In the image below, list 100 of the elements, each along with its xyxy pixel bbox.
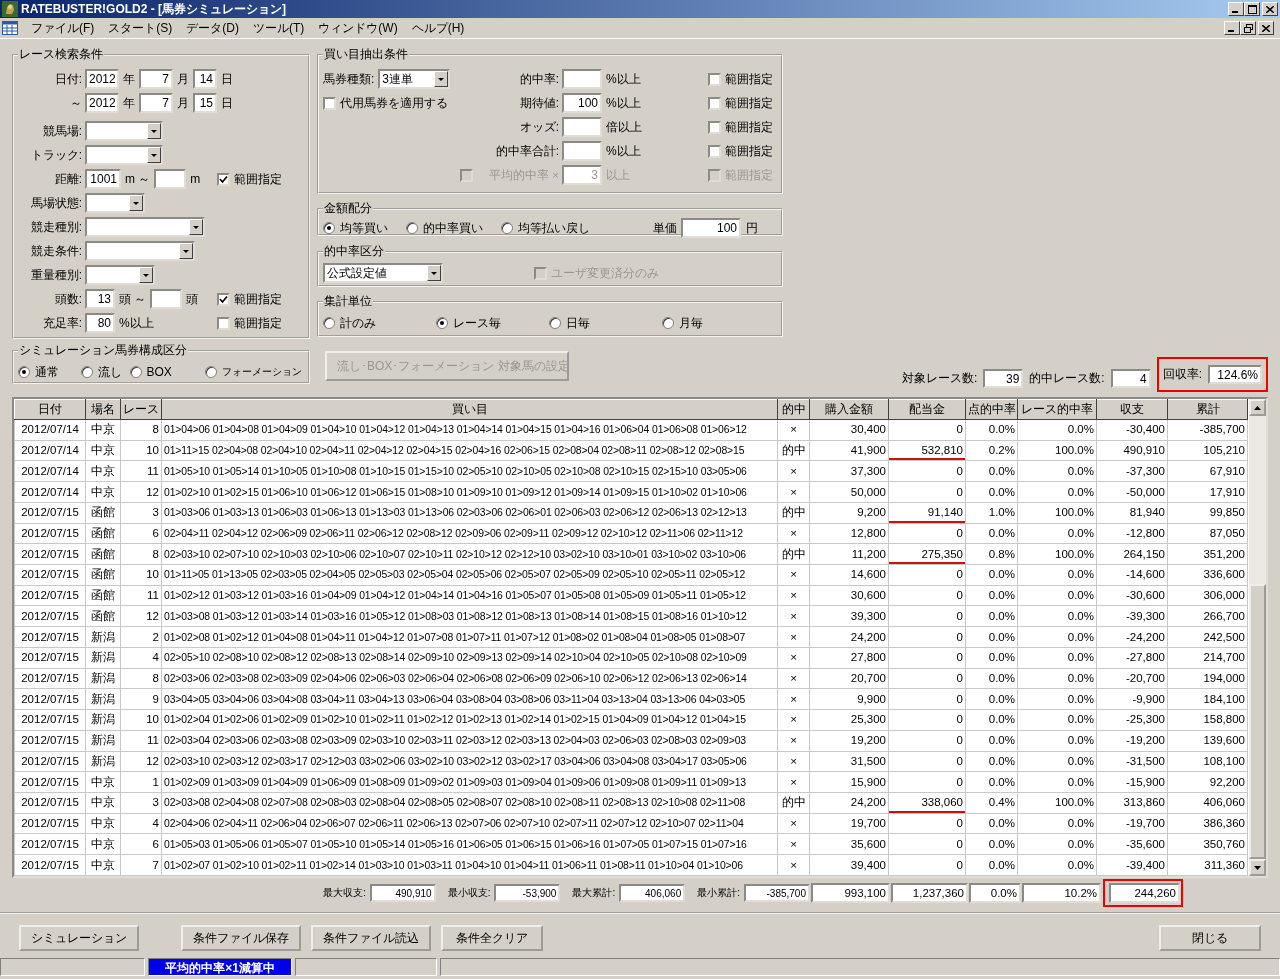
table-cell: 新潟 xyxy=(85,751,121,772)
dropdown-field[interactable] xyxy=(85,145,163,165)
input-field[interactable]: 1001 xyxy=(85,169,121,189)
input-field[interactable]: 80 xyxy=(85,313,115,333)
checkbox-label: 代用馬券を適用する xyxy=(340,94,448,112)
input-field[interactable] xyxy=(562,69,602,89)
input-field[interactable]: 7 xyxy=(139,69,173,89)
checkbox[interactable] xyxy=(217,172,230,186)
table-cell: 0.0% xyxy=(1017,585,1097,606)
column-header[interactable]: 場名 xyxy=(85,399,121,420)
table-cell: -30,600 xyxy=(1096,585,1168,606)
table-cell: 264,150 xyxy=(1096,543,1168,565)
close-button[interactable] xyxy=(1262,2,1278,16)
dropdown-field[interactable] xyxy=(85,217,205,237)
radio-button[interactable] xyxy=(549,317,561,329)
document-icon[interactable] xyxy=(2,21,18,35)
input-field[interactable] xyxy=(562,117,602,137)
menu-item[interactable]: データ(D) xyxy=(179,19,246,37)
radio-button[interactable] xyxy=(406,222,418,234)
table-cell: 100.0% xyxy=(1017,792,1097,814)
dropdown-field[interactable] xyxy=(85,193,145,213)
input-field[interactable]: 4 xyxy=(1110,369,1151,388)
column-header[interactable]: 購入金額 xyxy=(809,399,889,420)
menu-item[interactable]: ツール(T) xyxy=(246,19,312,37)
input-field[interactable]: 124.6% xyxy=(1208,365,1262,384)
scrollbar[interactable] xyxy=(1249,399,1266,876)
radio-button[interactable] xyxy=(436,317,448,329)
menu-item[interactable]: ヘルプ(H) xyxy=(404,19,472,37)
input-field[interactable]: 2012 xyxy=(85,93,119,113)
table-cell: 31,500 xyxy=(809,751,889,772)
dropdown-field[interactable] xyxy=(85,265,155,285)
input-field[interactable] xyxy=(562,141,602,161)
column-header[interactable]: 収支 xyxy=(1096,399,1168,420)
menu-item[interactable]: ウィンドウ(W) xyxy=(311,19,405,37)
radio-button[interactable] xyxy=(323,222,335,234)
dropdown-field[interactable] xyxy=(85,241,195,261)
close-dialog-button[interactable]: 閉じる xyxy=(1159,925,1261,951)
action-button[interactable]: 条件ファイル保存 xyxy=(181,925,301,951)
action-button[interactable]: 条件全クリア xyxy=(441,925,543,951)
stat-label: 最大収支: xyxy=(322,886,366,900)
table-cell: 02>03>10 02>07>10 02>10>03 02>10>06 02>10>07 02>10>11 02>10>12 02>12>10 03>02>10 03>10>01 03>10>02 03>10>06 xyxy=(161,543,778,565)
group-title: シミュレーション馬券構成区分 xyxy=(18,342,188,359)
checkbox[interactable] xyxy=(708,96,721,110)
column-header[interactable]: 日付 xyxy=(14,399,86,420)
input-field[interactable] xyxy=(150,289,183,309)
restore-button[interactable] xyxy=(1240,21,1256,35)
action-button[interactable]: 条件ファイル読込 xyxy=(311,925,431,951)
column-header[interactable]: 累計 xyxy=(1167,399,1248,420)
menu-item[interactable]: スタート(S) xyxy=(101,19,180,37)
checkbox[interactable] xyxy=(708,72,721,86)
table-cell: 0 xyxy=(888,626,966,648)
checkbox[interactable] xyxy=(708,120,721,134)
radio-button[interactable] xyxy=(129,366,142,378)
checkbox[interactable] xyxy=(708,144,721,158)
column-header[interactable]: 配当金 xyxy=(888,399,966,420)
dropdown-field[interactable] xyxy=(85,121,163,141)
table-cell: 0 xyxy=(888,481,966,503)
radio-button[interactable] xyxy=(662,317,674,329)
minimize-button[interactable] xyxy=(1224,21,1240,35)
close-icon xyxy=(1262,24,1270,32)
column-header[interactable]: レース xyxy=(120,399,162,420)
radio-button[interactable] xyxy=(18,366,30,378)
action-button[interactable]: シミュレーション xyxy=(19,925,139,951)
close-button[interactable] xyxy=(1258,21,1274,35)
input-field[interactable]: 2012 xyxy=(85,69,119,89)
radio-button[interactable] xyxy=(323,317,335,329)
table-cell: 6 xyxy=(120,523,162,544)
table-cell: 的中 xyxy=(777,502,810,524)
column-header[interactable]: 的中 xyxy=(777,399,810,420)
scroll-down-button[interactable] xyxy=(1249,859,1266,876)
table-cell: 0.0% xyxy=(965,730,1018,751)
column-header[interactable]: 買い目 xyxy=(161,399,778,420)
table-cell: 336,600 xyxy=(1167,564,1248,586)
input-field[interactable]: 15 xyxy=(193,93,217,113)
radio-button[interactable] xyxy=(501,222,513,234)
menu-item[interactable]: ファイル(F) xyxy=(24,19,102,37)
input-field[interactable]: 7 xyxy=(139,93,173,113)
input-field[interactable] xyxy=(154,169,187,189)
checkbox[interactable] xyxy=(323,96,336,110)
input-field[interactable]: 100 xyxy=(562,93,602,113)
dropdown-field[interactable]: 公式設定値 xyxy=(323,263,443,283)
radio-button[interactable] xyxy=(80,366,93,378)
input-field[interactable]: 39 xyxy=(983,369,1024,388)
column-header[interactable]: レース的中率 xyxy=(1017,399,1097,420)
dropdown-field[interactable]: 3連単 xyxy=(378,69,451,89)
scroll-up-button[interactable] xyxy=(1249,399,1266,416)
table-cell: × xyxy=(777,751,810,772)
input-field[interactable]: 13 xyxy=(85,289,115,309)
checkbox[interactable] xyxy=(217,316,230,330)
checkbox[interactable] xyxy=(217,292,230,306)
table-cell: 275,350 xyxy=(888,543,966,565)
radio-button[interactable] xyxy=(205,366,217,378)
minimize-button[interactable] xyxy=(1228,2,1244,16)
stat-label: 最小収支: xyxy=(447,886,491,900)
scroll-thumb[interactable] xyxy=(1249,584,1266,859)
maximize-button[interactable] xyxy=(1244,2,1260,16)
column-header[interactable]: 点的中率 xyxy=(965,399,1018,420)
input-field[interactable]: 14 xyxy=(193,69,217,89)
input-field[interactable]: 100 xyxy=(681,218,741,238)
field-label: 的中レース数: xyxy=(1029,370,1105,387)
